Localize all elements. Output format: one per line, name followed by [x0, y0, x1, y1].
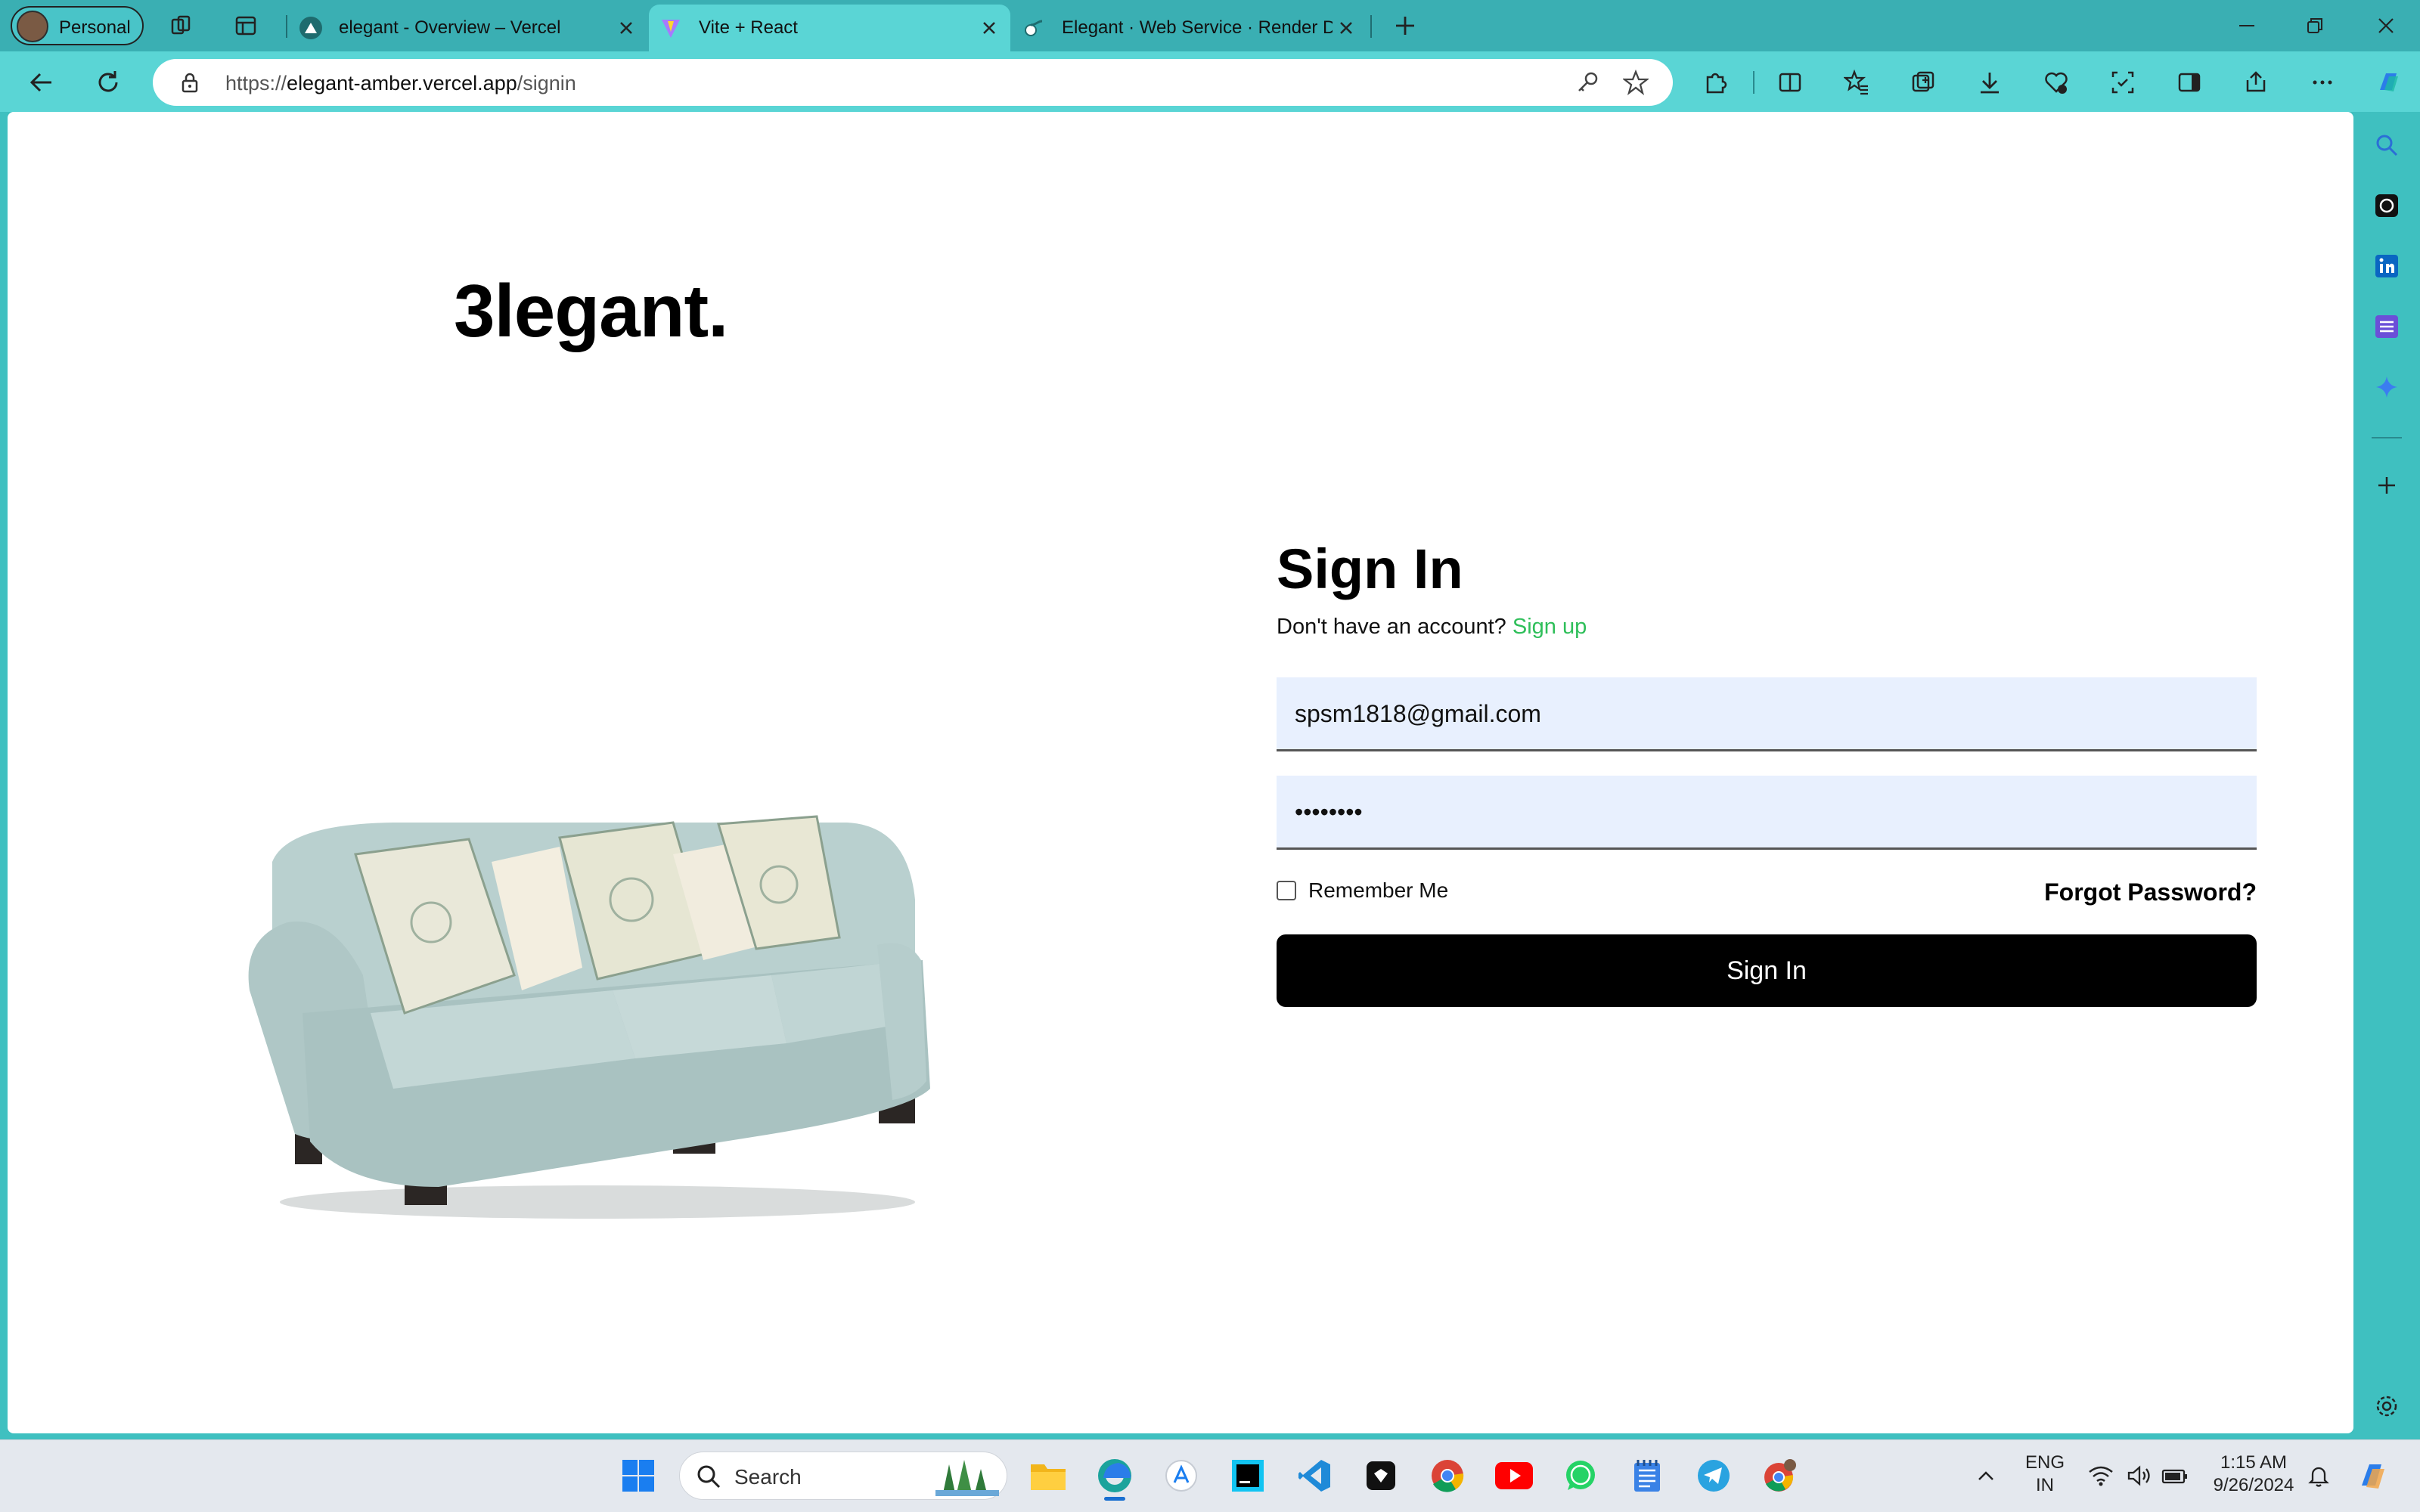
tab-title: Elegant · Web Service · Render Dashboard: [1062, 17, 1333, 38]
add-sidebar-app-icon[interactable]: [2367, 466, 2406, 505]
telegram-icon[interactable]: [1689, 1452, 1738, 1500]
spark-icon[interactable]: [2367, 367, 2406, 407]
restore-icon[interactable]: [2296, 8, 2334, 44]
share-icon[interactable]: [2237, 64, 2275, 101]
password-key-icon[interactable]: [1575, 70, 1600, 95]
remember-me-row: Remember Me: [1277, 878, 1448, 903]
close-tab-icon[interactable]: [613, 14, 640, 42]
password-field[interactable]: ••••••••: [1277, 776, 2257, 850]
tab-separator: [286, 15, 287, 38]
tab-title: Vite + React: [699, 17, 798, 38]
battery-icon[interactable]: [2151, 1452, 2199, 1500]
screenshot-icon[interactable]: [2104, 64, 2142, 101]
language-line2: IN: [2036, 1475, 2054, 1495]
file-explorer-icon[interactable]: [1024, 1452, 1072, 1500]
browser-essentials-icon[interactable]: [2037, 64, 2075, 101]
render-favicon-icon: [1022, 17, 1045, 39]
tab-vercel[interactable]: elegant - Overview – Vercel: [289, 5, 647, 51]
favorites-icon[interactable]: [1838, 64, 1876, 101]
taskbar-search-label: Search: [734, 1465, 802, 1489]
linkedin-icon[interactable]: [2367, 246, 2406, 286]
remember-me-label[interactable]: Remember Me: [1308, 878, 1448, 903]
email-field[interactable]: spsm1818@gmail.com: [1277, 677, 2257, 751]
close-window-icon[interactable]: [2367, 8, 2405, 44]
remember-me-checkbox[interactable]: [1277, 881, 1296, 900]
terminal-app-icon[interactable]: [1357, 1452, 1405, 1500]
vscode-icon[interactable]: [1290, 1452, 1339, 1500]
lock-icon[interactable]: [178, 71, 201, 94]
search-highlight-image: [935, 1457, 999, 1496]
profile-button[interactable]: Personal: [11, 6, 144, 45]
password-value: ••••••••: [1295, 798, 1363, 826]
url-text[interactable]: https://elegant-amber.vercel.app/signin: [225, 72, 576, 95]
signin-heading: Sign In: [1277, 538, 1463, 600]
back-icon[interactable]: [23, 64, 60, 101]
profile-avatar: [17, 11, 48, 42]
tab-vite-react[interactable]: Vite + React: [649, 5, 1010, 51]
taskbar-search-icon: [695, 1463, 722, 1490]
close-tab-icon[interactable]: [976, 14, 1003, 42]
signup-prompt: Don't have an account? Sign up: [1277, 615, 1587, 640]
whatsapp-icon[interactable]: [1556, 1452, 1605, 1500]
refresh-icon[interactable]: [89, 64, 127, 101]
url-path: /signin: [517, 72, 576, 94]
page-viewport: [8, 112, 2353, 1433]
show-hidden-icons-chevron-icon[interactable]: [1962, 1452, 2010, 1500]
signin-submit-button[interactable]: Sign In: [1277, 934, 2257, 1007]
url-prefix: https://: [225, 72, 287, 94]
tasks-icon[interactable]: [2367, 307, 2406, 346]
chrome-icon[interactable]: [1423, 1452, 1472, 1500]
vercel-favicon-icon: [299, 17, 322, 39]
tab-separator: [1370, 15, 1372, 38]
chatgpt-icon[interactable]: [2367, 186, 2406, 225]
app-store-icon[interactable]: [1157, 1452, 1205, 1500]
copilot-icon[interactable]: [2370, 64, 2408, 101]
webstorm-icon[interactable]: [1224, 1452, 1272, 1500]
notepad-icon[interactable]: [1623, 1452, 1671, 1500]
profile-label: Personal: [59, 17, 131, 38]
url-host: elegant-amber.vercel.app: [287, 72, 517, 94]
toolbar-separator: [1753, 71, 1754, 94]
favorite-star-icon[interactable]: [1623, 70, 1649, 95]
sidebar-separator: [2372, 437, 2402, 438]
sidebar-settings-icon[interactable]: [2367, 1387, 2406, 1426]
email-value: spsm1818@gmail.com: [1295, 700, 1541, 727]
taskbar-search[interactable]: Search: [679, 1452, 1007, 1500]
minimize-icon[interactable]: [2228, 8, 2266, 44]
signup-link[interactable]: Sign up: [1512, 615, 1587, 639]
edge-browser-icon[interactable]: [1091, 1452, 1139, 1500]
no-account-text: Don't have an account?: [1277, 615, 1506, 639]
forgot-password-link[interactable]: Forgot Password?: [1966, 878, 2257, 906]
language-indicator[interactable]: ENG IN: [2015, 1452, 2075, 1497]
split-screen-icon[interactable]: [1771, 64, 1809, 101]
active-app-indicator: [1104, 1497, 1125, 1501]
address-bar[interactable]: https://elegant-amber.vercel.app/signin: [153, 59, 1673, 106]
collections-icon[interactable]: [1904, 64, 1942, 101]
brand-logo[interactable]: 3legant.: [454, 268, 728, 354]
start-windows-icon[interactable]: [614, 1452, 662, 1500]
sofa-image: [242, 809, 938, 1232]
downloads-icon[interactable]: [1971, 64, 2009, 101]
new-tab-icon[interactable]: [1388, 9, 1422, 42]
extensions-icon[interactable]: [1697, 64, 1735, 101]
workspaces-icon[interactable]: [165, 9, 198, 42]
notifications-icon[interactable]: [2294, 1452, 2343, 1500]
youtube-icon[interactable]: [1490, 1452, 1538, 1500]
language-line1: ENG: [2024, 1452, 2065, 1473]
tab-title: elegant - Overview – Vercel: [339, 17, 561, 38]
search-icon[interactable]: [2367, 125, 2406, 165]
more-options-icon[interactable]: [2304, 64, 2341, 101]
close-tab-icon[interactable]: [1333, 14, 1360, 42]
tab-actions-icon[interactable]: [229, 9, 262, 42]
copilot-taskbar-icon[interactable]: [2349, 1452, 2397, 1500]
tab-render[interactable]: Elegant · Web Service · Render Dashboard: [1012, 5, 1367, 51]
vite-favicon-icon: [659, 17, 682, 39]
chrome-profile-icon[interactable]: [1756, 1452, 1804, 1500]
sidebar-toggle-icon[interactable]: [2170, 64, 2208, 101]
